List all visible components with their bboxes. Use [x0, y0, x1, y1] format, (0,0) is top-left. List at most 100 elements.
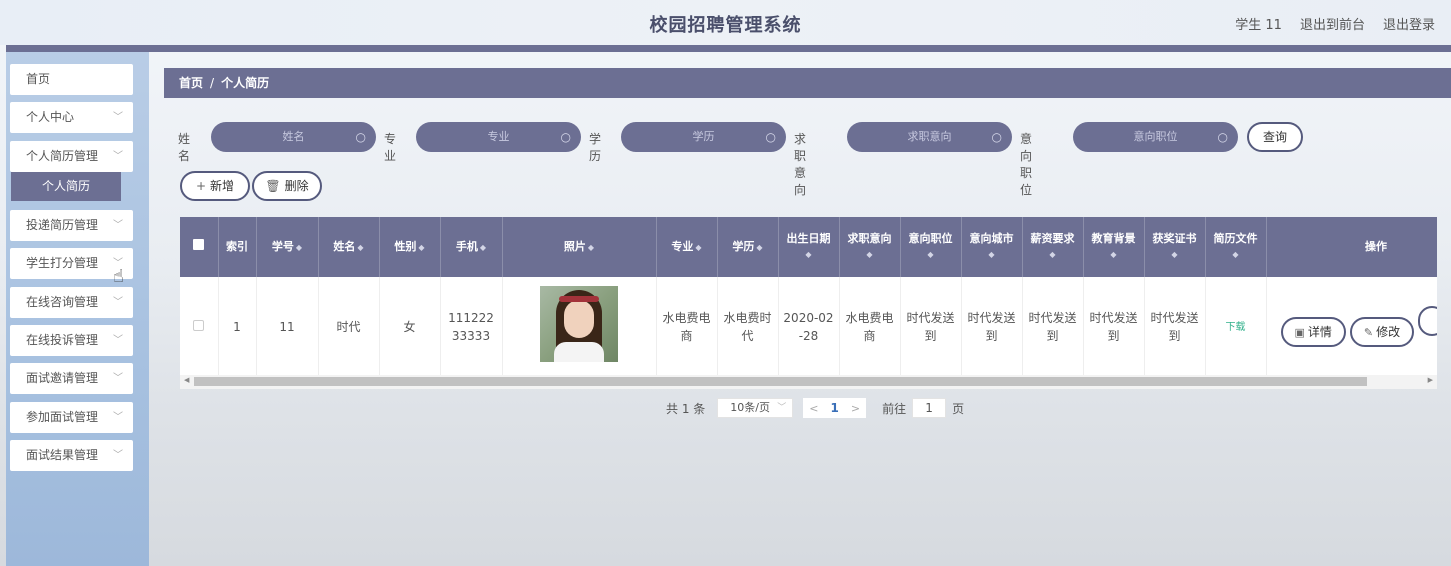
- delete-row-button[interactable]: [1418, 306, 1437, 337]
- query-button[interactable]: 查询: [1247, 122, 1303, 152]
- col-header[interactable]: 求职意向 ◆: [839, 217, 901, 277]
- col-header: 索引: [218, 217, 257, 277]
- major-placeholder: 专业: [487, 130, 510, 143]
- sort-icon[interactable]: ◆: [756, 240, 762, 256]
- sort-icon[interactable]: ◆: [480, 240, 486, 256]
- scrollbar-thumb[interactable]: [194, 377, 1367, 386]
- cell-edu-bg: 时代发送到: [1083, 277, 1145, 378]
- col-header[interactable]: 学历 ◆: [717, 217, 779, 277]
- col-header[interactable]: 获奖证书 ◆: [1144, 217, 1206, 277]
- sidebar-item-complaint-management[interactable]: 在线投诉管理 ﹀: [10, 325, 133, 356]
- col-header-label: 薪资要求: [1030, 232, 1075, 245]
- back-to-front-link[interactable]: 退出到前台: [1300, 14, 1365, 33]
- logout-link[interactable]: 退出登录: [1383, 14, 1435, 33]
- delete-label: 删除: [284, 179, 309, 193]
- row-select-cell[interactable]: [180, 277, 219, 378]
- cell-birth: 2020-02-28: [778, 277, 840, 378]
- add-button[interactable]: + 新增: [180, 171, 250, 201]
- breadcrumb-home[interactable]: 首页: [179, 76, 203, 90]
- sort-icon[interactable]: ◆: [1025, 247, 1081, 263]
- select-all-checkbox[interactable]: [193, 239, 205, 250]
- row-checkbox[interactable]: [193, 319, 205, 331]
- sidebar: 首页 个人中心 ﹀ 个人简历管理 ﹀ 个人简历 投递简历管理 ﹀ 学生打分管理 …: [6, 52, 149, 566]
- col-header[interactable]: 简历文件 ◆: [1205, 217, 1267, 277]
- sidebar-item-label: 面试结果管理: [26, 448, 99, 462]
- sort-icon[interactable]: ◆: [1208, 247, 1264, 263]
- col-header[interactable]: 姓名 ◆: [318, 217, 380, 277]
- scroll-left-icon[interactable]: ◀: [184, 376, 189, 384]
- sort-icon[interactable]: ◆: [296, 240, 302, 256]
- table-horizontal-scrollbar[interactable]: ◀ ▶: [180, 375, 1437, 389]
- position-label: 意向职位: [1020, 132, 1033, 197]
- sidebar-item-resume-management[interactable]: 个人简历管理 ﹀: [10, 141, 133, 172]
- col-header-label: 姓名: [333, 239, 356, 253]
- prev-page-icon[interactable]: <: [809, 402, 818, 415]
- detail-label: 详情: [1307, 325, 1332, 340]
- sort-icon[interactable]: ◆: [357, 240, 363, 256]
- sort-icon[interactable]: ◆: [695, 240, 701, 256]
- search-icon: ○: [991, 130, 1002, 144]
- sort-icon[interactable]: ◆: [1147, 247, 1203, 263]
- name-input[interactable]: 姓名 ○: [211, 122, 376, 152]
- chevron-down-icon: ﹀: [113, 450, 123, 461]
- goto-page-input[interactable]: 1: [912, 398, 947, 418]
- col-header[interactable]: 手机 ◆: [440, 217, 503, 277]
- sort-icon[interactable]: ◆: [842, 247, 898, 263]
- name-placeholder: 姓名: [282, 130, 305, 143]
- delete-button[interactable]: 🗑 删除: [252, 171, 322, 201]
- col-header[interactable]: 学号 ◆: [256, 217, 319, 277]
- sidebar-item-submission-management[interactable]: 投递简历管理 ﹀: [10, 210, 133, 241]
- download-link[interactable]: 下载: [1226, 322, 1246, 333]
- page-number[interactable]: 1: [830, 401, 838, 415]
- sidebar-item-label: 学生打分管理: [26, 256, 99, 270]
- sort-icon[interactable]: ◆: [418, 240, 424, 256]
- select-all-header[interactable]: [180, 217, 219, 277]
- edit-button[interactable]: ✎ 修改: [1349, 317, 1415, 348]
- sort-icon[interactable]: ◆: [964, 247, 1020, 263]
- sort-icon[interactable]: ◆: [588, 240, 594, 256]
- goto-label: 前往: [882, 401, 907, 416]
- sort-icon[interactable]: ◆: [903, 247, 959, 263]
- sort-icon[interactable]: ◆: [1086, 247, 1142, 263]
- cell-city: 时代发送到: [961, 277, 1023, 378]
- col-header[interactable]: 薪资要求 ◆: [1022, 217, 1084, 277]
- col-header[interactable]: 意向城市 ◆: [961, 217, 1023, 277]
- col-header[interactable]: 专业 ◆: [656, 217, 718, 277]
- sidebar-subitem-resume[interactable]: 个人简历: [11, 172, 121, 201]
- cell-file: 下载: [1205, 277, 1267, 378]
- chevron-up-icon: ﹀: [113, 151, 123, 162]
- chevron-down-icon: ﹀: [113, 412, 123, 423]
- col-header[interactable]: 照片 ◆: [502, 217, 657, 277]
- page-unit-label: 页: [952, 401, 965, 416]
- major-input[interactable]: 专业 ○: [416, 122, 581, 152]
- sidebar-item-interview-management[interactable]: 参加面试管理 ﹀: [10, 402, 133, 433]
- position-input[interactable]: 意向职位 ○: [1073, 122, 1238, 152]
- page-nav: < 1 >: [803, 398, 867, 418]
- user-label: 学生 11: [1235, 18, 1282, 33]
- resume-photo[interactable]: [540, 286, 618, 363]
- education-input[interactable]: 学历 ○: [621, 122, 786, 152]
- photo-face: [564, 300, 594, 339]
- scroll-right-icon[interactable]: ▶: [1428, 376, 1433, 384]
- sidebar-item-label: 投递简历管理: [26, 218, 99, 232]
- next-page-icon[interactable]: >: [851, 402, 860, 415]
- col-header[interactable]: 教育背景 ◆: [1083, 217, 1145, 277]
- sidebar-item-invitation-management[interactable]: 面试邀请管理 ﹀: [10, 363, 133, 394]
- col-header[interactable]: 意向职位 ◆: [900, 217, 962, 277]
- sort-icon[interactable]: ◆: [781, 247, 837, 263]
- page-size-select[interactable]: 10条/页 ﹀: [717, 398, 794, 418]
- col-header-label: 获奖证书: [1152, 232, 1197, 245]
- sidebar-item-label: 参加面试管理: [26, 410, 99, 424]
- sidebar-item-result-management[interactable]: 面试结果管理 ﹀: [10, 440, 133, 471]
- detail-button[interactable]: ▣ 详情: [1280, 317, 1346, 348]
- photo-body: [554, 342, 604, 363]
- sidebar-item-label: 在线投诉管理: [26, 333, 99, 347]
- intention-input[interactable]: 求职意向 ○: [847, 122, 1012, 152]
- cell-photo: [502, 277, 657, 378]
- sidebar-item-personal-center[interactable]: 个人中心 ﹀: [10, 102, 133, 133]
- col-header[interactable]: 出生日期 ◆: [778, 217, 840, 277]
- sidebar-item-home[interactable]: 首页: [10, 64, 133, 95]
- col-header[interactable]: 性别 ◆: [379, 217, 441, 277]
- sidebar-item-consult-management[interactable]: 在线咨询管理 ﹀: [10, 287, 133, 318]
- cell-name: 时代: [318, 277, 380, 378]
